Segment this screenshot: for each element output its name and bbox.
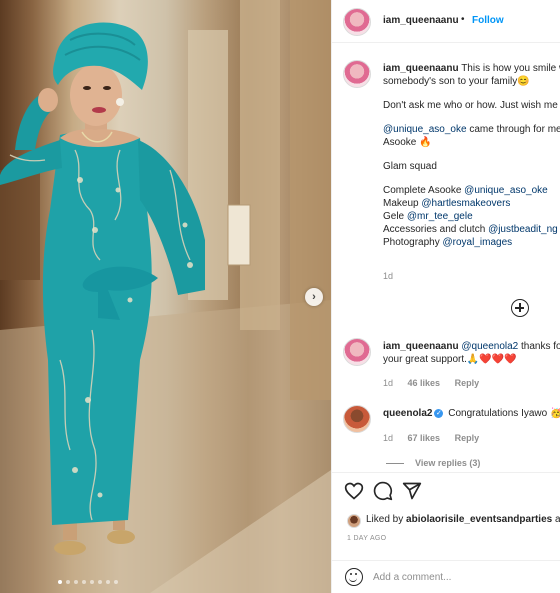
post-details-panel: iam_queenaanu • Follow iam_queenaanu Thi… — [331, 0, 560, 593]
caption-mention-line: @unique_aso_oke came through for me in — [383, 124, 560, 135]
reply-button[interactable]: Reply — [455, 378, 480, 388]
author-username[interactable]: iam_queenaanu — [383, 15, 459, 26]
comment-username[interactable]: iam_queenaanu — [383, 341, 459, 352]
liker-username[interactable]: abiolaorisile_eventsandparties — [406, 514, 552, 525]
comment-avatar[interactable] — [343, 405, 371, 433]
caption-username[interactable]: iam_queenaanu — [383, 63, 459, 74]
post-caption: iam_queenaanu This is how you smile when… — [383, 62, 560, 249]
carousel-dot — [114, 580, 118, 584]
carousel-dot — [74, 580, 78, 584]
carousel-dot — [98, 580, 102, 584]
post-photo[interactable]: › — [0, 0, 331, 593]
carousel-dots — [58, 580, 118, 584]
comment-item: queenola2 ✓ Congratulations Iyawo 🥳 — [383, 407, 560, 420]
comment-time: 1d — [383, 433, 394, 443]
share-icon[interactable] — [402, 481, 422, 501]
caption-time: 1d — [383, 271, 394, 281]
caption-avatar[interactable] — [343, 60, 371, 88]
comment-meta: 1d 67 likes Reply — [383, 433, 491, 443]
load-more-comments-icon[interactable] — [511, 299, 529, 317]
caption-credit-line: Makeup @hartlesmakeovers — [383, 198, 511, 209]
comment-icon[interactable] — [373, 481, 393, 501]
comment-text: your great support.🙏❤️❤️❤️ — [383, 354, 517, 365]
caption-credit-line: Accessories and clutch @justbeadit_ng — [383, 224, 558, 235]
mention-link[interactable]: @unique_aso_oke — [383, 124, 467, 135]
mention-link[interactable]: @hartlesmakeovers — [421, 198, 510, 209]
photo-illustration — [0, 0, 331, 593]
emoji-icon[interactable] — [345, 568, 363, 586]
comment-text: Congratulations Iyawo 🥳 — [448, 408, 560, 419]
mention-link[interactable]: @queenola2 — [461, 341, 518, 352]
mention-link[interactable]: @royal_images — [443, 237, 513, 248]
carousel-next-button[interactable]: › — [305, 288, 323, 306]
caption-credit-line: Photography @royal_images — [383, 237, 513, 248]
caption-line: iam_queenaanu This is how you smile when… — [383, 63, 560, 74]
comment-text: thanks for — [521, 341, 560, 352]
mention-link[interactable]: @unique_aso_oke — [464, 185, 548, 196]
comment-username[interactable]: queenola2 — [383, 408, 432, 419]
actions-divider — [332, 472, 560, 473]
carousel-dot — [106, 580, 110, 584]
author-avatar[interactable] — [343, 8, 371, 36]
caption-line: Don't ask me who or how. Just wish me we… — [383, 100, 560, 111]
liker-avatar[interactable] — [347, 514, 361, 528]
follow-button[interactable]: Follow — [472, 15, 504, 26]
caption-credit-line: Complete Asooke @unique_aso_oke — [383, 185, 548, 196]
comment-time: 1d — [383, 378, 394, 388]
like-heart-icon[interactable] — [344, 481, 364, 501]
comment-avatar[interactable] — [343, 338, 371, 366]
carousel-dot — [90, 580, 94, 584]
liked-by-text: Liked by abiolaorisile_eventsandparties … — [366, 514, 560, 525]
comment-item: iam_queenaanu @queenola2 thanks for your… — [383, 340, 560, 366]
comment-meta: 1d 46 likes Reply — [383, 378, 491, 388]
caption-line: Glam squad — [383, 161, 437, 172]
caption-credit-line: Gele @mr_tee_gele — [383, 211, 473, 222]
comment-likes[interactable]: 67 likes — [408, 433, 441, 443]
comment-likes[interactable]: 46 likes — [408, 378, 441, 388]
add-comment-input[interactable] — [373, 569, 553, 585]
mention-link[interactable]: @mr_tee_gele — [407, 211, 473, 222]
header-separator: • — [461, 14, 465, 25]
view-replies-button[interactable]: View replies (3) — [386, 458, 480, 468]
verified-badge-icon: ✓ — [434, 408, 444, 418]
caption-line: Asooke 🔥 — [383, 137, 432, 148]
caption-line: somebody's son to your family😊 — [383, 76, 530, 87]
reply-button[interactable]: Reply — [455, 433, 480, 443]
post-header: iam_queenaanu • Follow — [332, 0, 560, 43]
post-time[interactable]: 1 DAY AGO — [347, 535, 386, 542]
replies-divider — [386, 463, 404, 465]
carousel-dot — [58, 580, 62, 584]
mention-link[interactable]: @justbeadit_ng — [488, 224, 558, 235]
carousel-dot — [82, 580, 86, 584]
carousel-dot — [66, 580, 70, 584]
